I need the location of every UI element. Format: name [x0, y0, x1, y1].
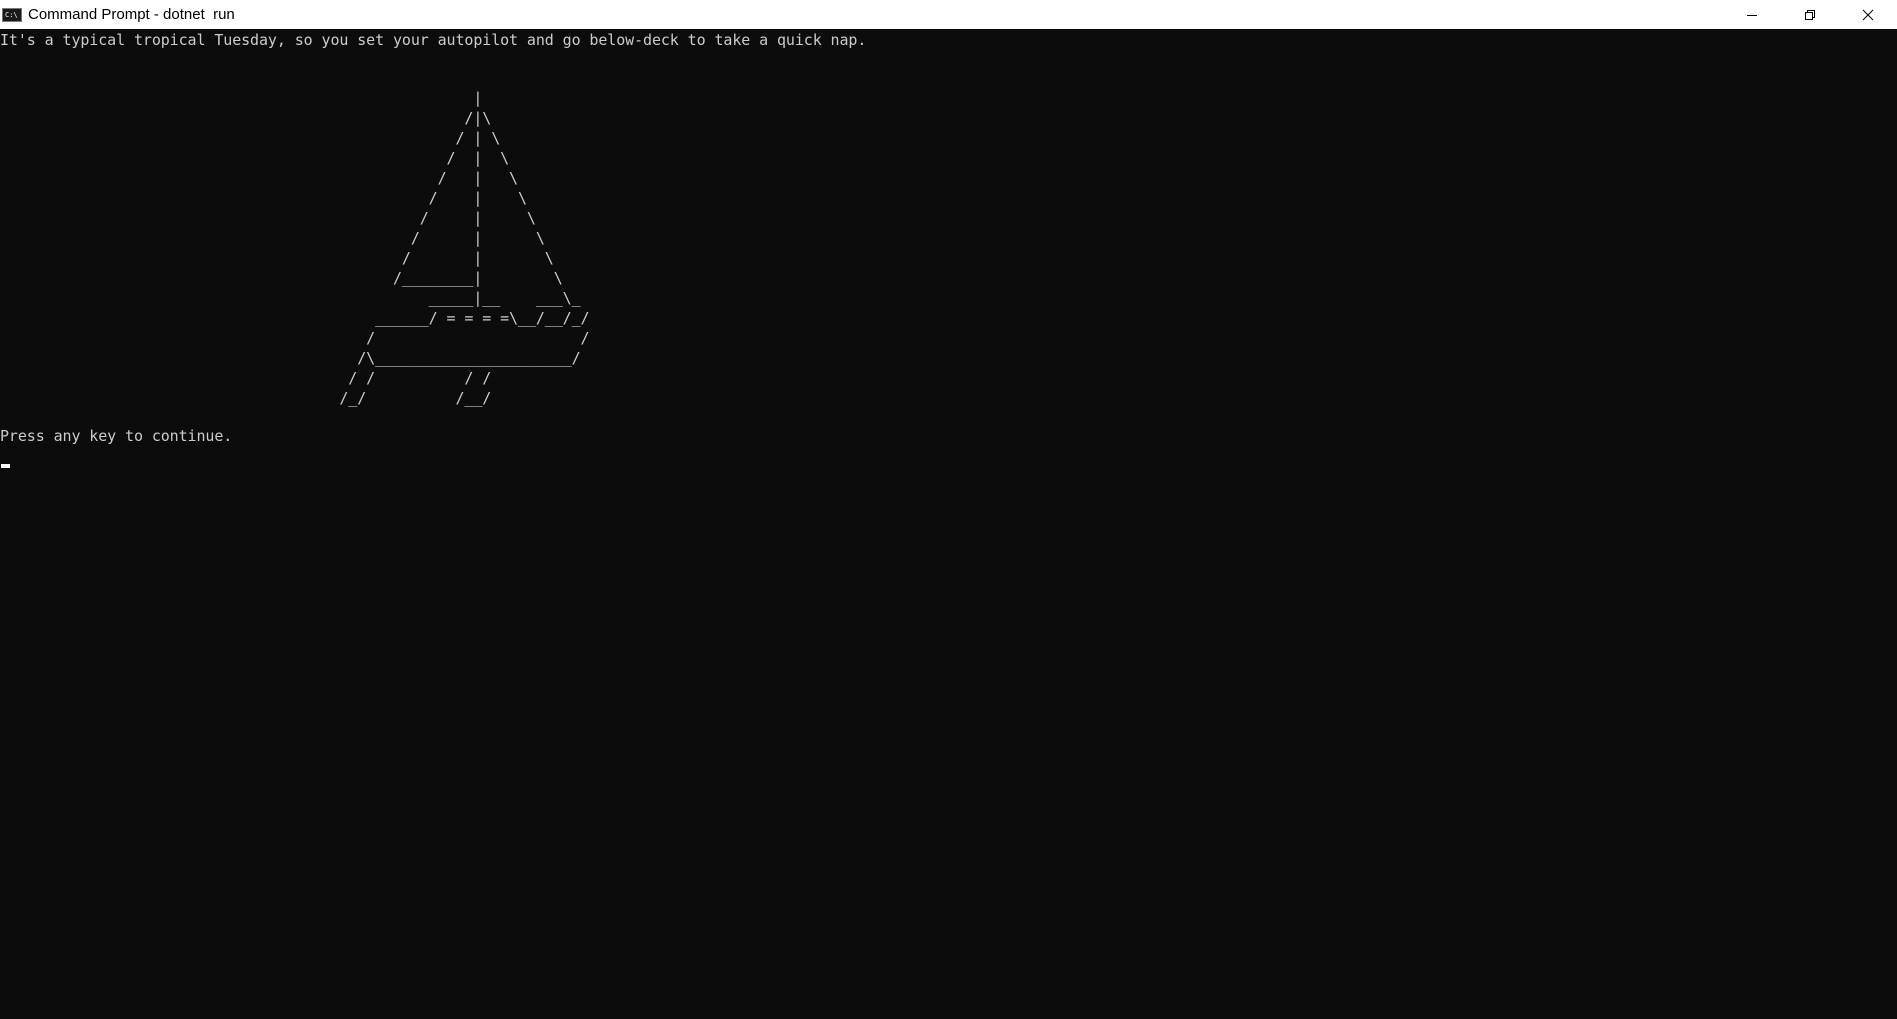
sailboat-ascii-art: | /|\ / | \ / | \ / | \ / | \ / | \ / | …	[339, 89, 590, 407]
restore-button[interactable]	[1781, 0, 1839, 29]
close-icon	[1862, 9, 1874, 20]
prompt-line: Press any key to continue.	[0, 427, 233, 445]
close-button[interactable]	[1839, 0, 1897, 29]
cmd-icon-text: C:\	[5, 10, 18, 19]
minimize-button[interactable]	[1723, 0, 1781, 29]
command-prompt-window: C:\ Command Prompt - dotnet run It's a t…	[0, 0, 1897, 1019]
window-title: Command Prompt - dotnet run	[28, 6, 235, 23]
console-output[interactable]: It's a typical tropical Tuesday, so you …	[0, 29, 1897, 1019]
minimize-icon	[1747, 14, 1757, 16]
text-cursor	[1, 464, 10, 468]
intro-line: It's a typical tropical Tuesday, so you …	[0, 31, 867, 49]
title-bar[interactable]: C:\ Command Prompt - dotnet run	[0, 0, 1897, 29]
cmd-icon[interactable]: C:\	[2, 7, 22, 22]
window-controls	[1723, 0, 1897, 29]
restore-icon	[1805, 9, 1815, 20]
